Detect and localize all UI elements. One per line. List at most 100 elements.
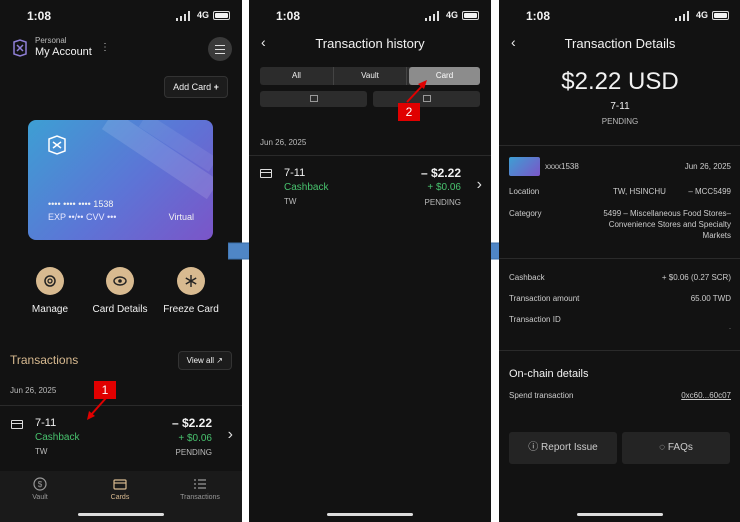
transaction-date: Jun 26, 2025 xyxy=(260,138,307,147)
info-icon: ⓘ xyxy=(528,442,539,453)
callout-arrow-1 xyxy=(87,397,107,420)
spend-transaction-link[interactable]: 0xc60...60c07 xyxy=(681,391,731,400)
signal-icon xyxy=(176,11,190,21)
status-time: 1:08 xyxy=(276,9,301,23)
tab-transactions[interactable]: Transactions xyxy=(165,477,235,501)
card-logo-icon xyxy=(48,135,66,155)
category-value-1: 5499 – Miscellaneous Food Stores– xyxy=(603,209,731,218)
start-date-filter[interactable] xyxy=(260,91,367,107)
transaction-amount-value: 65.00 TWD xyxy=(690,294,731,303)
transaction-row[interactable]: 7-11 Cashback TW – $2.22 + $0.06 PENDING… xyxy=(0,405,242,467)
network-label: 4G xyxy=(695,10,708,20)
tx-amount: – $2.22 xyxy=(171,416,212,430)
status-time: 1:08 xyxy=(27,9,52,23)
tab-vault[interactable]: $ Vault xyxy=(5,477,75,501)
phone-screen-transaction-history: 1:08 4G ‹ Transaction history All Vault … xyxy=(249,0,491,522)
chevron-right-icon: › xyxy=(476,176,482,193)
card-icon xyxy=(113,479,127,490)
account-name[interactable]: My Account xyxy=(35,46,92,58)
category-value-2: Convenience Stores and Specialty xyxy=(608,220,731,229)
status-time: 1:08 xyxy=(526,9,551,23)
transaction-amount-heading: $2.22 USD xyxy=(561,68,679,95)
report-issue-button[interactable]: ⓘ Report Issue xyxy=(509,432,617,464)
tx-reward: Cashback xyxy=(284,182,329,193)
onchain-title: On-chain details xyxy=(509,368,589,380)
home-indicator xyxy=(327,513,413,516)
divider xyxy=(499,258,740,259)
status-bar: 1:08 4G xyxy=(0,9,242,23)
transaction-row[interactable]: 7-11 Cashback TW – $2.22 + $0.06 PENDING… xyxy=(249,155,491,217)
virtual-card[interactable]: •••• •••• •••• 1538 EXP ••/•• CVV ••• Vi… xyxy=(28,120,213,240)
location-label: Location xyxy=(509,187,540,196)
category-label: Category xyxy=(509,209,542,218)
tx-cashback: + $0.06 xyxy=(427,182,461,193)
cashback-value: + $0.06 (0.27 SCR) xyxy=(661,273,731,282)
card-icon xyxy=(260,169,272,178)
signal-icon xyxy=(675,11,689,21)
transactions-title: Transactions xyxy=(10,353,79,367)
location-value: TW, HSINCHU xyxy=(613,187,666,196)
card-masked-number: xxxx1538 xyxy=(545,162,579,171)
callout-badge-2: 2 xyxy=(398,103,420,121)
card-details-button[interactable]: Card Details xyxy=(91,267,149,315)
status-bar: 1:08 4G xyxy=(249,9,491,23)
signal-icon xyxy=(425,11,439,21)
gear-icon xyxy=(44,275,56,287)
battery-icon xyxy=(712,11,729,20)
tx-amount: – $2.22 xyxy=(420,166,461,180)
tab-vault-label: Vault xyxy=(32,494,48,501)
manage-button[interactable]: Manage xyxy=(21,267,79,315)
page-title: Transaction Details xyxy=(564,36,676,51)
faqs-label: FAQs xyxy=(667,442,693,453)
chat-icon: ◌ xyxy=(659,442,666,453)
transaction-date: Jun 26, 2025 xyxy=(684,162,731,171)
card-thumbnail xyxy=(509,157,540,176)
status-bar: 1:08 4G xyxy=(499,9,740,23)
network-label: 4G xyxy=(445,10,458,20)
card-type: Virtual xyxy=(168,212,194,222)
plus-icon: + xyxy=(213,82,219,92)
phone-screen-transaction-details: 1:08 4G ‹ Transaction Details $2.22 USD … xyxy=(499,0,740,522)
tab-transactions-label: Transactions xyxy=(180,494,220,501)
add-card-button[interactable]: Add Card + xyxy=(164,76,228,98)
calendar-icon xyxy=(309,95,318,102)
tab-cards-label: Cards xyxy=(110,494,130,501)
tab-cards[interactable]: Cards xyxy=(85,477,155,501)
dollar-icon: $ xyxy=(33,477,47,491)
card-icon xyxy=(11,420,23,429)
card-number: •••• •••• •••• 1538 xyxy=(48,199,114,209)
phone-screen-cards: 1:08 4G Personal My Account ⋮ Add Card +… xyxy=(0,0,242,522)
freeze-card-button[interactable]: Freeze Card xyxy=(162,267,220,315)
menu-button[interactable] xyxy=(208,37,232,61)
network-label: 4G xyxy=(196,10,209,20)
status-label: PENDING xyxy=(601,117,639,126)
divider xyxy=(499,145,740,146)
view-all-button[interactable]: View all ↗ xyxy=(177,351,232,370)
transaction-id-label: Transaction ID xyxy=(509,315,561,324)
tx-country: TW xyxy=(284,197,297,206)
account-type: Personal xyxy=(35,36,67,45)
tx-country: TW xyxy=(35,447,48,456)
account-logo-icon[interactable] xyxy=(10,38,30,58)
page-title: Transaction history xyxy=(315,36,425,51)
tx-merchant: 7-11 xyxy=(35,417,57,429)
faqs-button[interactable]: ◌ FAQs xyxy=(622,432,730,464)
freeze-card-label: Freeze Card xyxy=(163,304,219,315)
home-indicator xyxy=(78,513,164,516)
svg-text:$: $ xyxy=(38,480,43,489)
transaction-id-value: - xyxy=(729,326,731,332)
transaction-date: Jun 26, 2025 xyxy=(10,386,57,395)
account-more-icon[interactable]: ⋮ xyxy=(100,42,110,53)
segment-vault[interactable]: Vault xyxy=(333,67,407,85)
callout-arrow-2 xyxy=(406,80,427,103)
snowflake-icon xyxy=(185,275,197,287)
eye-icon xyxy=(113,276,127,286)
transaction-amount-label: Transaction amount xyxy=(509,294,580,303)
tx-status: PENDING xyxy=(175,448,212,457)
tx-reward: Cashback xyxy=(35,432,80,443)
category-value-3: Markets xyxy=(702,231,731,240)
segment-all[interactable]: All xyxy=(260,67,333,85)
tx-status: PENDING xyxy=(424,198,461,207)
home-indicator xyxy=(577,513,663,516)
mcc-value: – MCC5499 xyxy=(688,187,731,196)
